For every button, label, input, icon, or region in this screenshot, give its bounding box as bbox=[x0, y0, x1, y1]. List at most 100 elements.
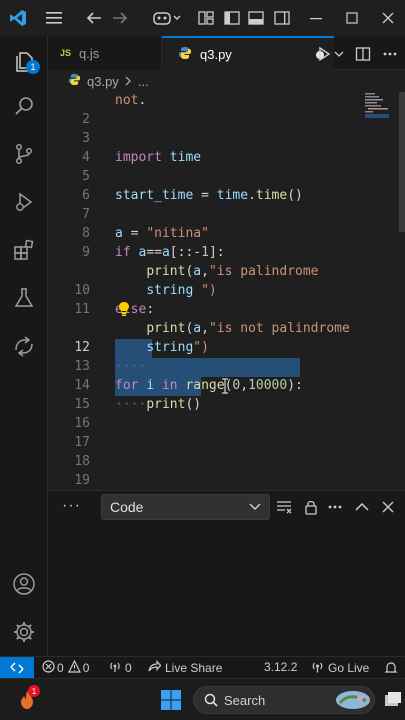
toggle-secondary-sidebar-icon[interactable] bbox=[272, 8, 292, 28]
scrollbar-thumb[interactable] bbox=[399, 92, 405, 232]
line-number: 14 bbox=[74, 378, 90, 393]
code-line[interactable]: if a==a[::-1]: bbox=[115, 245, 225, 260]
notification-badge: 1 bbox=[28, 685, 40, 697]
settings-gear-icon[interactable] bbox=[10, 618, 38, 646]
tab-q-js[interactable]: JS q.js bbox=[48, 36, 162, 70]
windows-start-icon[interactable] bbox=[160, 689, 182, 716]
more-actions-icon[interactable] bbox=[380, 44, 400, 64]
windows-taskbar: 1 Search bbox=[0, 678, 405, 720]
code-line[interactable]: a = "nitina" bbox=[115, 226, 209, 241]
lock-scroll-icon[interactable] bbox=[301, 497, 321, 517]
ports-count: 0 bbox=[125, 661, 132, 675]
line-number: 15 bbox=[74, 397, 90, 412]
line-number: 11 bbox=[74, 302, 90, 317]
breadcrumb-symbol[interactable]: ... bbox=[138, 74, 149, 89]
tab-label: q3.py bbox=[200, 46, 232, 62]
editor-tab-bar: JS q.js q3.py bbox=[48, 36, 405, 70]
source-control-icon[interactable] bbox=[10, 140, 38, 168]
close-panel-icon[interactable] bbox=[378, 497, 398, 517]
search-placeholder: Search bbox=[224, 692, 266, 708]
python-file-icon bbox=[68, 73, 81, 89]
run-debug-icon[interactable] bbox=[10, 188, 38, 216]
go-live-broadcast-icon bbox=[311, 660, 324, 676]
extensions-icon[interactable] bbox=[10, 236, 38, 264]
python-file-icon bbox=[178, 46, 192, 63]
tab-q3-py[interactable]: q3.py bbox=[162, 36, 334, 70]
output-channel-select[interactable]: Code bbox=[101, 494, 270, 520]
close-window-icon[interactable] bbox=[378, 8, 398, 28]
line-number: 3 bbox=[82, 131, 90, 146]
status-bar: 0 0 0 Live Share 3.12.2 Go Live bbox=[0, 656, 405, 679]
bottom-panel: ··· Code bbox=[48, 490, 405, 656]
remote-explorer-icon[interactable] bbox=[10, 332, 38, 360]
code-line[interactable]: print(a,"is palindrome bbox=[115, 264, 318, 279]
line-number: 7 bbox=[82, 207, 90, 222]
panel-more-actions-icon[interactable] bbox=[325, 497, 345, 517]
clear-output-icon[interactable] bbox=[274, 497, 294, 517]
search-icon[interactable] bbox=[10, 92, 38, 120]
error-icon bbox=[42, 660, 55, 676]
split-editor-icon[interactable] bbox=[353, 44, 373, 64]
live-share-icon bbox=[148, 659, 162, 676]
lightbulb-icon[interactable] bbox=[117, 301, 131, 322]
maximize-panel-chevron-up-icon[interactable] bbox=[352, 497, 372, 517]
line-number: 17 bbox=[74, 435, 90, 450]
code-line[interactable]: ···· bbox=[115, 359, 146, 374]
code-line[interactable]: ····print() bbox=[115, 397, 201, 412]
title-bar bbox=[0, 0, 405, 36]
line-number: 5 bbox=[82, 169, 90, 184]
toggle-panel-icon[interactable] bbox=[246, 8, 266, 28]
testing-flask-icon[interactable] bbox=[10, 284, 38, 312]
activity-bar: 1 bbox=[0, 36, 48, 656]
output-channel-value: Code bbox=[110, 499, 144, 515]
line-number: 6 bbox=[82, 188, 90, 203]
remote-indicator-icon[interactable] bbox=[0, 657, 34, 679]
line-number: 16 bbox=[74, 416, 90, 431]
back-arrow-icon[interactable] bbox=[84, 8, 104, 28]
minimize-icon[interactable] bbox=[306, 8, 326, 28]
line-number: 2 bbox=[82, 112, 90, 127]
menu-icon[interactable] bbox=[44, 8, 64, 28]
run-options-chevron-icon[interactable] bbox=[332, 44, 346, 64]
minimap[interactable] bbox=[365, 92, 393, 122]
problems-indicator[interactable]: 0 0 bbox=[42, 659, 90, 676]
run-python-file-icon[interactable] bbox=[314, 44, 334, 64]
taskbar-search-input[interactable]: Search bbox=[193, 686, 375, 714]
live-share-button[interactable]: Live Share bbox=[148, 659, 222, 676]
warning-icon bbox=[67, 659, 81, 676]
code-line[interactable]: string ") bbox=[115, 283, 216, 298]
maximize-icon[interactable] bbox=[342, 8, 362, 28]
code-line[interactable]: start_time = time.time() bbox=[115, 188, 303, 203]
error-count: 0 bbox=[57, 661, 64, 675]
code-line[interactable]: for i in range(0,10000): bbox=[115, 378, 303, 393]
line-number: 19 bbox=[74, 473, 90, 488]
layout-panel-icon[interactable] bbox=[196, 8, 216, 28]
breadcrumb-file[interactable]: q3.py bbox=[87, 74, 119, 89]
ports-indicator[interactable]: 0 bbox=[108, 660, 132, 676]
taskbar-app-icon[interactable] bbox=[384, 691, 402, 714]
vscode-logo-icon bbox=[8, 8, 28, 28]
panel-more-icon[interactable]: ··· bbox=[62, 497, 81, 515]
notifications-bell-icon[interactable] bbox=[384, 661, 398, 675]
line-number: 9 bbox=[82, 245, 90, 260]
warning-count: 0 bbox=[82, 661, 90, 675]
code-line[interactable]: import time bbox=[115, 150, 201, 165]
go-live-label: Go Live bbox=[328, 661, 370, 675]
code-line[interactable]: string") bbox=[115, 340, 209, 355]
editor-scrollbar[interactable] bbox=[399, 92, 405, 490]
line-number: 18 bbox=[74, 454, 90, 469]
line-number: 13 bbox=[74, 359, 90, 374]
code-line[interactable]: not. bbox=[115, 93, 146, 108]
python-version[interactable]: 3.12.2 bbox=[264, 660, 297, 674]
go-live-button[interactable]: Go Live bbox=[311, 660, 369, 676]
code-line[interactable]: print(a,"is not palindrome bbox=[115, 321, 350, 336]
copilot-icon[interactable] bbox=[150, 8, 184, 28]
chevron-down-icon bbox=[249, 499, 261, 518]
tab-label: q.js bbox=[79, 45, 100, 61]
toggle-sidebar-icon[interactable] bbox=[222, 8, 242, 28]
breadcrumb: q3.py ... bbox=[48, 70, 405, 92]
forward-arrow-icon[interactable] bbox=[110, 8, 130, 28]
account-icon[interactable] bbox=[10, 570, 38, 598]
line-number: 4 bbox=[82, 150, 90, 165]
code-editor[interactable]: 2 3 4 5 6 7 8 9 10 11 12 13 14 15 16 17 … bbox=[48, 92, 405, 490]
